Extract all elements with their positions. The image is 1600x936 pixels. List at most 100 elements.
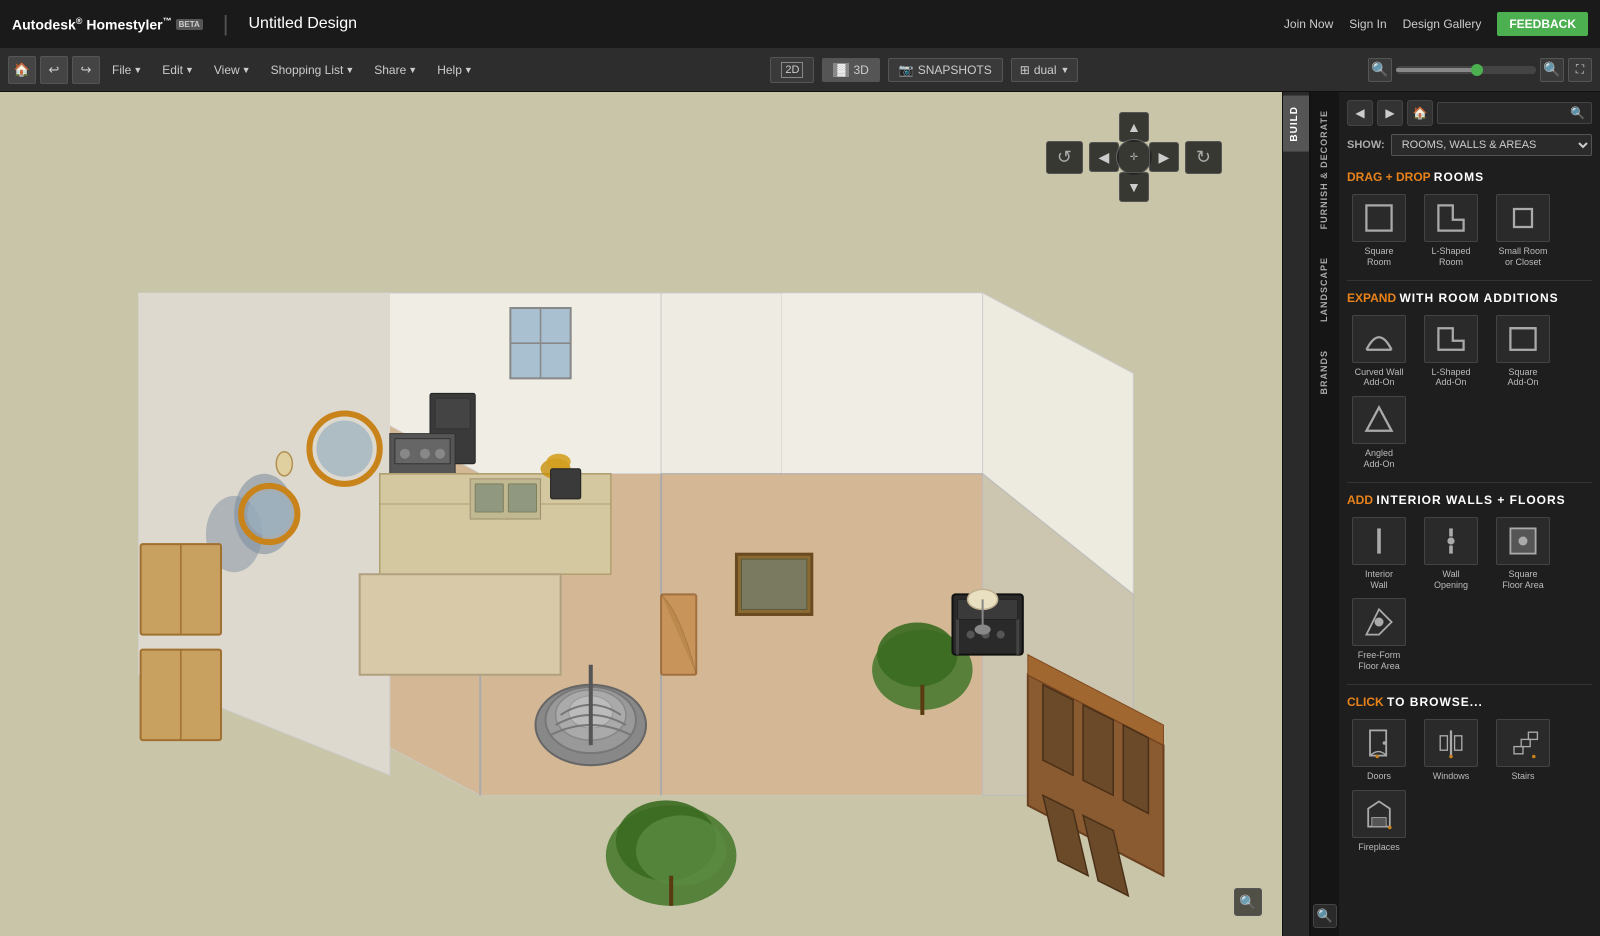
l-shaped-addon-icon: [1424, 315, 1478, 363]
file-label: File: [112, 63, 131, 77]
angled-addon-label: AngledAdd-On: [1363, 448, 1394, 470]
square-room-label: SquareRoom: [1364, 246, 1393, 268]
snapshots-button[interactable]: 📷 SNAPSHOTS: [888, 58, 1003, 82]
l-shaped-addon-svg: [1433, 321, 1469, 357]
join-now-link[interactable]: Join Now: [1284, 17, 1333, 31]
rotate-right-button[interactable]: ↻: [1185, 141, 1222, 174]
home-icon: 🏠: [14, 62, 30, 78]
square-floor-icon: [1496, 517, 1550, 565]
show-row: SHOW: ROOMS, WALLS & AREAS: [1347, 134, 1592, 156]
interior-wall-icon: [1352, 517, 1406, 565]
nav-left-button[interactable]: ◀: [1089, 142, 1119, 172]
back-arrow-icon: ◀: [1355, 106, 1364, 120]
nav-up-button[interactable]: ▲: [1119, 112, 1149, 142]
panel-content: ◀ ▶ 🏠 🔍 SHOW: ROOMS, WALLS & AREAS: [1339, 92, 1600, 936]
top-bar-right: Join Now Sign In Design Gallery FEEDBACK: [1284, 12, 1588, 36]
zoom-in-icon: 🔍: [1543, 61, 1560, 78]
view-menu[interactable]: View ▼: [206, 59, 259, 81]
panel-search-button-icon[interactable]: 🔍: [1570, 106, 1585, 120]
square-floor-item[interactable]: SquareFloor Area: [1491, 517, 1555, 591]
redo-button[interactable]: ↪: [72, 56, 100, 84]
add-word: ADD: [1347, 493, 1376, 507]
freeform-floor-label: Free-FormFloor Area: [1358, 650, 1401, 672]
l-shaped-addon-item[interactable]: L-ShapedAdd-On: [1419, 315, 1483, 389]
square-addon-item[interactable]: SquareAdd-On: [1491, 315, 1555, 389]
design-title: Untitled Design: [249, 15, 358, 33]
file-menu[interactable]: File ▼: [104, 59, 150, 81]
toolbar-center: 2D 2D ▓ 3D 📷 SNAPSHOTS ⊞ dual ▼: [485, 57, 1364, 83]
panel-search-input[interactable]: [1444, 107, 1570, 119]
canvas-area[interactable]: ↺ ▲ ◀ ✛ ▶ ▼ ↻ 🔍: [0, 92, 1282, 936]
show-dropdown[interactable]: ROOMS, WALLS & AREAS: [1391, 134, 1592, 156]
fullscreen-button[interactable]: ⛶: [1568, 58, 1592, 82]
nav-down-button[interactable]: ▼: [1119, 172, 1149, 202]
brands-tab[interactable]: BRANDS: [1314, 336, 1336, 409]
zoom-thumb[interactable]: [1471, 64, 1483, 76]
panel-search-icon[interactable]: 🔍: [1313, 904, 1337, 928]
l-shaped-room-item[interactable]: L-ShapedRoom: [1419, 194, 1483, 268]
edit-menu[interactable]: Edit ▼: [154, 59, 202, 81]
dual-label: dual: [1034, 63, 1057, 77]
autodesk-logo: Autodesk® Homestyler™ BETA: [12, 16, 203, 33]
edit-label: Edit: [162, 63, 183, 77]
l-shaped-room-icon: [1424, 194, 1478, 242]
zoom-out-icon: 🔍: [1371, 61, 1388, 78]
windows-item[interactable]: Windows: [1419, 719, 1483, 782]
shopping-list-menu[interactable]: Shopping List ▼: [263, 59, 363, 81]
wall-opening-label: WallOpening: [1434, 569, 1468, 591]
doors-item[interactable]: Doors: [1347, 719, 1411, 782]
zoom-in-button[interactable]: 🔍: [1540, 58, 1564, 82]
zoom-out-button[interactable]: 🔍: [1368, 58, 1392, 82]
help-menu[interactable]: Help ▼: [429, 59, 481, 81]
view-3d-button[interactable]: ▓ 3D: [822, 58, 879, 82]
curved-wall-label: Curved WallAdd-On: [1355, 367, 1404, 389]
expand-word: EXPAND: [1347, 291, 1399, 305]
share-label: Share: [374, 63, 406, 77]
wall-opening-svg: [1433, 523, 1469, 559]
interior-wall-svg: [1361, 523, 1397, 559]
panel-back-button[interactable]: ◀: [1347, 100, 1373, 126]
undo-button[interactable]: ↩: [40, 56, 68, 84]
nav-center-icon: ✛: [1130, 152, 1138, 163]
furnish-decorate-tab[interactable]: FURNISH & DECORATE: [1314, 96, 1336, 243]
landscape-tab[interactable]: LANDSCAPE: [1314, 243, 1336, 336]
dual-button[interactable]: ⊞ dual ▼: [1011, 58, 1079, 82]
toolbar-right: 🔍 🔍 ⛶: [1368, 58, 1592, 82]
interior-wall-item[interactable]: InteriorWall: [1347, 517, 1411, 591]
fireplaces-item[interactable]: Fireplaces: [1347, 790, 1411, 853]
nav-center-button[interactable]: ✛: [1116, 139, 1152, 175]
windows-svg: [1433, 725, 1469, 761]
build-tab-indicator[interactable]: BUILD: [1283, 96, 1309, 152]
magnifier-icon: 🔍: [1239, 894, 1256, 911]
help-dropdown-icon: ▼: [464, 65, 473, 75]
freeform-floor-item[interactable]: Free-FormFloor Area: [1347, 598, 1411, 672]
small-room-item[interactable]: Small Roomor Closet: [1491, 194, 1555, 268]
feedback-button[interactable]: FEEDBACK: [1497, 12, 1588, 36]
canvas-search-button[interactable]: 🔍: [1234, 888, 1262, 916]
wall-opening-item[interactable]: WallOpening: [1419, 517, 1483, 591]
home-button[interactable]: 🏠: [8, 56, 36, 84]
fullscreen-icon: ⛶: [1576, 62, 1584, 77]
square-room-item[interactable]: SquareRoom: [1347, 194, 1411, 268]
angled-addon-item[interactable]: AngledAdd-On: [1347, 396, 1411, 470]
autodesk-name: Autodesk® Homestyler™: [12, 16, 172, 33]
nav-right-button[interactable]: ▶: [1149, 142, 1179, 172]
stairs-item[interactable]: Stairs: [1491, 719, 1555, 782]
zoom-slider[interactable]: [1396, 66, 1536, 74]
interior-walls-floors-word: INTERIOR WALLS + FLOORS: [1376, 493, 1565, 507]
panel-forward-button[interactable]: ▶: [1377, 100, 1403, 126]
share-menu[interactable]: Share ▼: [366, 59, 425, 81]
panel-home-button[interactable]: 🏠: [1407, 100, 1433, 126]
doors-svg: [1361, 725, 1397, 761]
share-dropdown-icon: ▼: [408, 65, 417, 75]
view-2d-button[interactable]: 2D 2D: [770, 57, 814, 83]
doors-icon: [1352, 719, 1406, 767]
design-gallery-link[interactable]: Design Gallery: [1403, 17, 1482, 31]
curved-wall-item[interactable]: Curved WallAdd-On: [1347, 315, 1411, 389]
sign-in-link[interactable]: Sign In: [1349, 17, 1386, 31]
side-tab-strip: BUILD: [1282, 92, 1310, 936]
drag-drop-rooms-header: DRAG + DROP ROOMS: [1347, 168, 1592, 186]
panel-search-bar[interactable]: 🔍: [1437, 102, 1592, 124]
rotate-left-button[interactable]: ↺: [1046, 141, 1083, 174]
beta-badge: BETA: [176, 19, 203, 30]
